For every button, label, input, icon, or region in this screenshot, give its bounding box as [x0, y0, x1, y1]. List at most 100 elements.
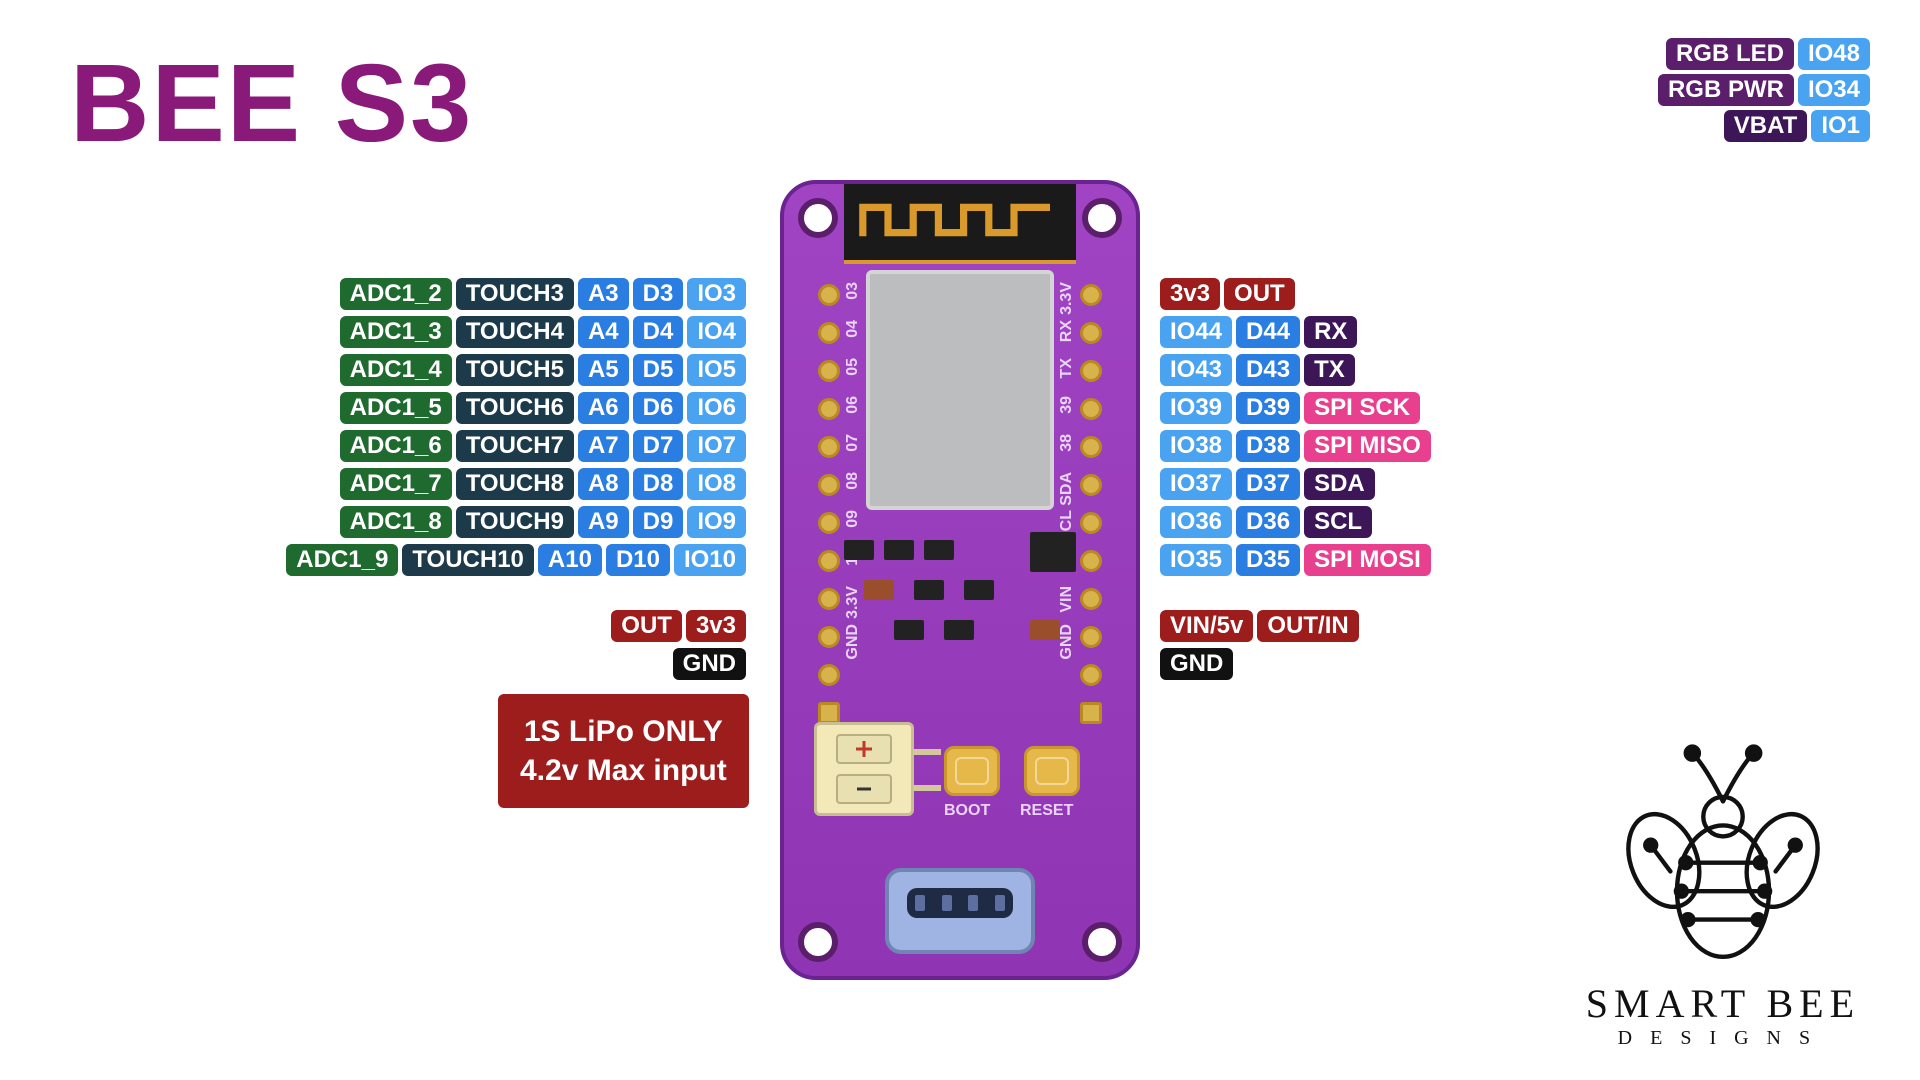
- silk-pin-label: 07: [844, 434, 862, 452]
- silk-pin-label: 05: [844, 358, 862, 376]
- pin-row: ADC1_8TOUCH9A9D9IO9: [286, 506, 746, 538]
- pin-row: ADC1_7TOUCH8A8D8IO8: [286, 468, 746, 500]
- touch-label: TOUCH6: [456, 392, 574, 424]
- io-label: IO8: [687, 468, 746, 500]
- pin-hole-icon: [1080, 322, 1102, 344]
- touch-label: TOUCH9: [456, 506, 574, 538]
- pin-row: ADC1_9TOUCH10A10D10IO10: [286, 544, 746, 576]
- pin-hole-icon: [1080, 360, 1102, 382]
- io-label: IO36: [1160, 506, 1232, 538]
- pin-hole-icon: [818, 474, 840, 496]
- rf-shield-icon: [866, 270, 1054, 510]
- d-label: D8: [633, 468, 684, 500]
- mount-hole-icon: [798, 198, 838, 238]
- mount-hole-icon: [798, 922, 838, 962]
- silk-pin-label: 38: [1058, 434, 1076, 452]
- io-label: IO35: [1160, 544, 1232, 576]
- fn-label: SPI MOSI: [1304, 544, 1431, 576]
- pin-row: ADC1_4TOUCH5A5D5IO5: [286, 354, 746, 386]
- d-label: D9: [633, 506, 684, 538]
- pin-hole-icon: [1080, 284, 1102, 306]
- a-label: A7: [578, 430, 629, 462]
- a-label: A6: [578, 392, 629, 424]
- io-label: IO3: [687, 278, 746, 310]
- silk-pin-label: 08: [844, 472, 862, 490]
- silk-pin-label: 04: [844, 320, 862, 338]
- legend-row: VBAT IO1: [1658, 110, 1870, 142]
- legend-label: RGB PWR: [1658, 74, 1794, 106]
- io-label: IO39: [1160, 392, 1232, 424]
- io-label: IO44: [1160, 316, 1232, 348]
- pin-row: ADC1_3TOUCH4A4D4IO4: [286, 316, 746, 348]
- io-label: IO6: [687, 392, 746, 424]
- a-label: A5: [578, 354, 629, 386]
- lipo-connector-icon: [814, 722, 914, 816]
- adc-label: ADC1_9: [286, 544, 398, 576]
- smd-components-icon: [824, 530, 1096, 680]
- pin-hole-icon: [818, 436, 840, 458]
- left-extra-labels: OUT 3v3 GND: [611, 610, 746, 680]
- d-label: D3: [633, 278, 684, 310]
- adc-label: ADC1_7: [340, 468, 452, 500]
- logo-line1: SMART BEE: [1586, 980, 1860, 1027]
- d-label: D37: [1236, 468, 1300, 500]
- pin-hole-icon: [1080, 474, 1102, 496]
- pin-hole-icon: [1080, 436, 1102, 458]
- outin-label: OUT/IN: [1257, 610, 1358, 642]
- 3v3-label: 3v3: [686, 610, 746, 642]
- mount-hole-icon: [1082, 922, 1122, 962]
- pin-hole-icon: [818, 284, 840, 306]
- fn-label: SCL: [1304, 506, 1372, 538]
- touch-label: TOUCH10: [402, 544, 534, 576]
- pin-row-vin: VIN/5v OUT/IN: [1160, 610, 1359, 642]
- lipo-line1: 1S LiPo ONLY: [520, 712, 727, 751]
- silk-pin-label: 39: [1058, 396, 1076, 414]
- io-label: IO7: [687, 430, 746, 462]
- gnd-label: GND: [673, 648, 746, 680]
- pin-hole-icon: [818, 398, 840, 420]
- silk-pin-label: 09: [844, 510, 862, 528]
- touch-label: TOUCH3: [456, 278, 574, 310]
- pin-row: IO44D44RX: [1160, 316, 1431, 348]
- gnd-label: GND: [1160, 648, 1233, 680]
- legend-label: RGB LED: [1666, 38, 1794, 70]
- adc-label: ADC1_2: [340, 278, 452, 310]
- reset-button-icon: [1024, 746, 1080, 796]
- right-extra-labels: VIN/5v OUT/IN GND: [1160, 610, 1359, 680]
- pin-row-gnd: GND: [1160, 648, 1359, 680]
- legend-io: IO1: [1811, 110, 1870, 142]
- io-label: IO9: [687, 506, 746, 538]
- usb-c-icon: [885, 868, 1035, 954]
- lipo-line2: 4.2v Max input: [520, 751, 727, 790]
- right-pin-labels: 3v3OUTIO44D44RXIO43D43TXIO39D39SPI SCKIO…: [1160, 278, 1431, 576]
- io-label: IO4: [687, 316, 746, 348]
- a-label: A9: [578, 506, 629, 538]
- silk-pin-label: 03: [844, 282, 862, 300]
- adc-label: ADC1_5: [340, 392, 452, 424]
- logo-line2: DESIGNS: [1586, 1027, 1860, 1050]
- silk-boot: BOOT: [944, 802, 990, 820]
- pin-row: ADC1_2TOUCH3A3D3IO3: [286, 278, 746, 310]
- io-label: IO37: [1160, 468, 1232, 500]
- a-label: A8: [578, 468, 629, 500]
- fn-label: SDA: [1304, 468, 1375, 500]
- bee-icon: [1613, 740, 1833, 970]
- silk-reset: RESET: [1020, 802, 1073, 820]
- io-label: IO10: [674, 544, 746, 576]
- d-label: D7: [633, 430, 684, 462]
- pin-hole-icon: [818, 322, 840, 344]
- adc-label: ADC1_8: [340, 506, 452, 538]
- a-label: A4: [578, 316, 629, 348]
- pin-row: IO35D35SPI MOSI: [1160, 544, 1431, 576]
- smart-bee-logo: SMART BEE DESIGNS: [1586, 740, 1860, 1050]
- out-label: OUT: [611, 610, 682, 642]
- fn-label: SPI SCK: [1304, 392, 1420, 424]
- pin-hole-icon: [1080, 398, 1102, 420]
- page-title: BEE S3: [70, 40, 473, 167]
- d-label: D10: [606, 544, 670, 576]
- adc-label: ADC1_4: [340, 354, 452, 386]
- fn-label: TX: [1304, 354, 1355, 386]
- touch-label: TOUCH8: [456, 468, 574, 500]
- fn-label: RX: [1304, 316, 1357, 348]
- silk-pin-label: RX: [1058, 320, 1076, 342]
